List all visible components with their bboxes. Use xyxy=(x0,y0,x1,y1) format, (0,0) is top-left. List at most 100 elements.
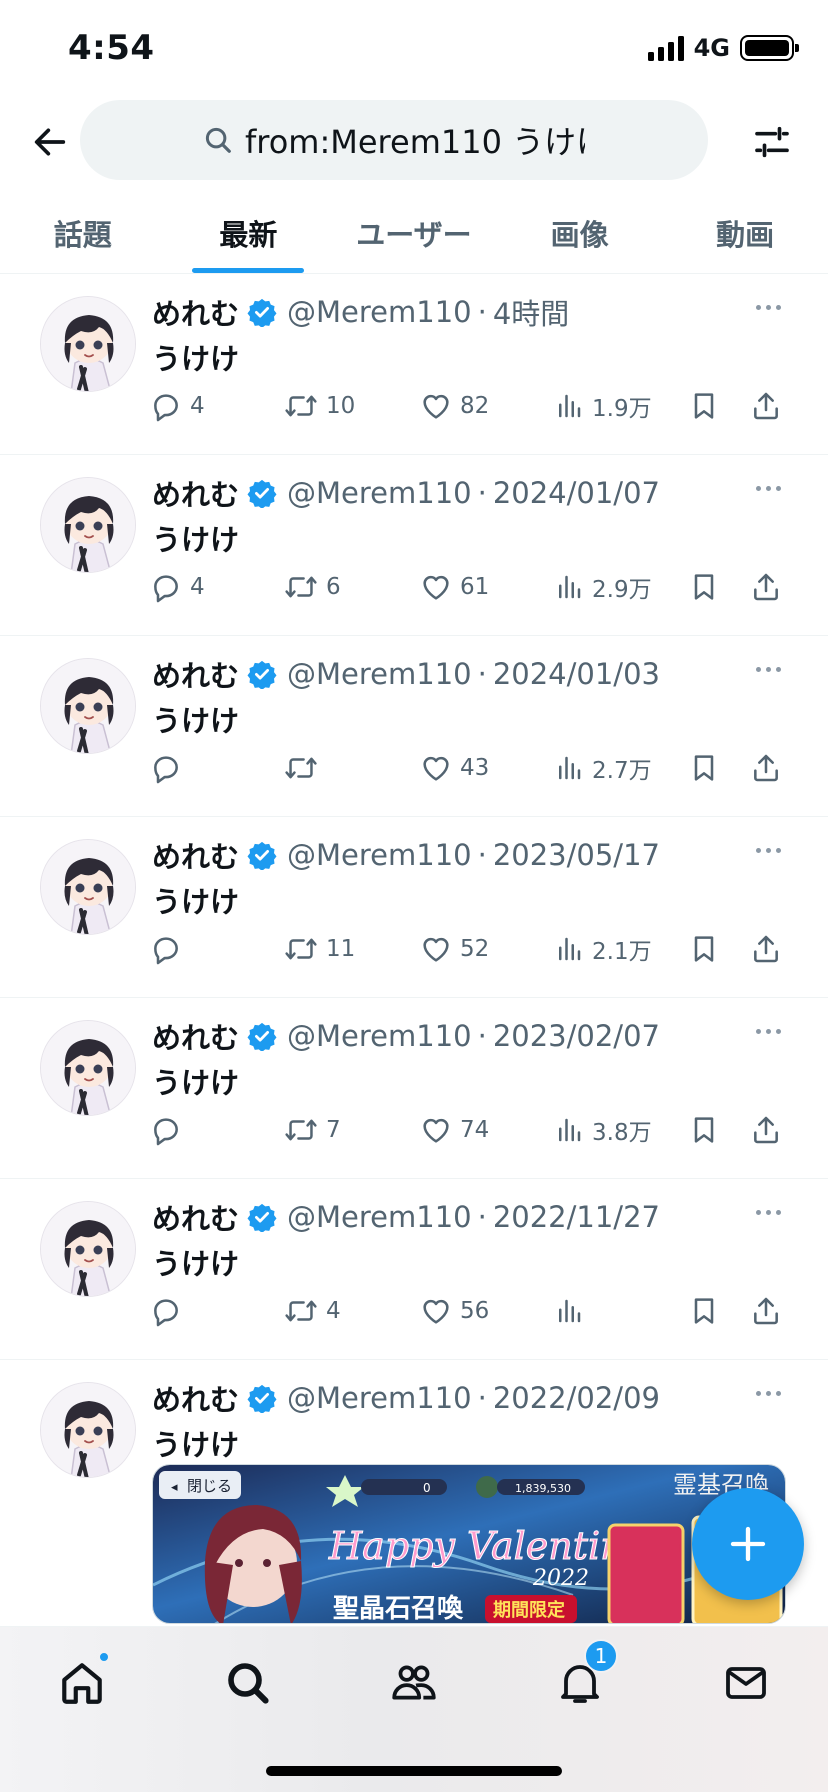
nav-notifications[interactable]: 1 xyxy=(550,1639,618,1713)
retweet-button[interactable]: 11 xyxy=(284,927,355,971)
more-options-icon[interactable] xyxy=(748,835,788,865)
tab-videos[interactable]: 動画 xyxy=(662,192,828,273)
tweet-timestamp[interactable]: 2024/01/07 xyxy=(493,476,660,510)
search-field[interactable] xyxy=(80,100,708,180)
share-button[interactable] xyxy=(750,1108,782,1152)
tweet[interactable]: めれむ @Merem110 · 2023/05/17 うけけ 11 52 2.1… xyxy=(0,817,828,998)
reply-button[interactable]: 4 xyxy=(150,384,205,428)
bookmark-button[interactable] xyxy=(688,927,720,971)
reply-button[interactable] xyxy=(150,927,190,971)
retweet-button[interactable]: 4 xyxy=(284,1289,341,1333)
author-name[interactable]: めれむ xyxy=(152,1015,239,1057)
author-handle[interactable]: @Merem110 xyxy=(287,838,472,872)
views-button[interactable]: 1.9万 xyxy=(554,384,652,428)
retweet-button[interactable] xyxy=(284,746,326,790)
bookmark-button[interactable] xyxy=(688,1289,720,1333)
tweet[interactable]: めれむ @Merem110 · 2024/01/07 うけけ 4 6 61 2.… xyxy=(0,455,828,636)
tweet[interactable]: めれむ @Merem110 · 2022/02/09 うけけ 閉じる ◂ 0 1… xyxy=(0,1360,828,1624)
tweet[interactable]: めれむ @Merem110 · 2023/02/07 うけけ 7 74 3.8万 xyxy=(0,998,828,1179)
author-name[interactable]: めれむ xyxy=(152,834,239,876)
avatar[interactable] xyxy=(40,1201,136,1297)
reply-button[interactable] xyxy=(150,1108,190,1152)
bookmark-button[interactable] xyxy=(688,1108,720,1152)
author-name[interactable]: めれむ xyxy=(152,1377,239,1419)
tab-people[interactable]: ユーザー xyxy=(331,192,497,273)
separator-dot: · xyxy=(477,295,487,329)
tab-top[interactable]: 話題 xyxy=(0,192,166,273)
author-name[interactable]: めれむ xyxy=(152,653,239,695)
network-type: 4G xyxy=(693,34,730,62)
retweet-button[interactable]: 6 xyxy=(284,565,341,609)
verified-badge-icon xyxy=(247,1021,277,1051)
nav-communities[interactable] xyxy=(384,1653,444,1713)
avatar[interactable] xyxy=(40,1382,136,1478)
like-button[interactable]: 74 xyxy=(420,1108,489,1152)
author-handle[interactable]: @Merem110 xyxy=(287,1019,472,1053)
back-button[interactable] xyxy=(28,120,72,164)
tweet[interactable]: めれむ @Merem110 · 2024/01/03 うけけ 43 2.7万 xyxy=(0,636,828,817)
tab-latest[interactable]: 最新 xyxy=(166,192,332,273)
views-button[interactable]: 2.7万 xyxy=(554,746,652,790)
author-handle[interactable]: @Merem110 xyxy=(287,657,472,691)
share-button[interactable] xyxy=(750,746,782,790)
retweet-button[interactable]: 7 xyxy=(284,1108,341,1152)
like-button[interactable]: 82 xyxy=(420,384,489,428)
tweet-timestamp[interactable]: 4時間 xyxy=(493,291,569,333)
more-options-icon[interactable] xyxy=(748,473,788,503)
more-options-icon[interactable] xyxy=(748,1197,788,1227)
like-button[interactable]: 56 xyxy=(420,1289,489,1333)
avatar[interactable] xyxy=(40,477,136,573)
sliders-icon xyxy=(755,126,789,158)
nav-search[interactable] xyxy=(218,1653,278,1713)
author-handle[interactable]: @Merem110 xyxy=(287,476,472,510)
search-input[interactable] xyxy=(245,121,585,159)
author-name[interactable]: めれむ xyxy=(152,1196,239,1238)
like-button[interactable]: 52 xyxy=(420,927,489,971)
like-button[interactable]: 43 xyxy=(420,746,489,790)
plus-icon xyxy=(730,1526,766,1562)
bookmark-button[interactable] xyxy=(688,565,720,609)
nav-messages[interactable] xyxy=(716,1653,776,1713)
reply-icon xyxy=(154,1299,178,1327)
reply-button[interactable] xyxy=(150,1289,190,1333)
tweet-timestamp[interactable]: 2022/02/09 xyxy=(493,1381,660,1415)
more-options-icon[interactable] xyxy=(748,292,788,322)
bookmark-button[interactable] xyxy=(688,384,720,428)
author-handle[interactable]: @Merem110 xyxy=(287,1200,472,1234)
tab-photos[interactable]: 画像 xyxy=(497,192,663,273)
avatar[interactable] xyxy=(40,839,136,935)
reply-button[interactable]: 4 xyxy=(150,565,205,609)
tweet-timestamp[interactable]: 2023/02/07 xyxy=(493,1019,660,1053)
tweet[interactable]: めれむ @Merem110 · 4時間 うけけ 4 10 82 1.9万 xyxy=(0,274,828,455)
avatar[interactable] xyxy=(40,1020,136,1116)
tweet-timestamp[interactable]: 2024/01/03 xyxy=(493,657,660,691)
avatar[interactable] xyxy=(40,658,136,754)
share-button[interactable] xyxy=(750,927,782,971)
search-filter-button[interactable] xyxy=(748,118,796,166)
author-name[interactable]: めれむ xyxy=(152,472,239,514)
share-button[interactable] xyxy=(750,1289,782,1333)
compose-tweet-button[interactable] xyxy=(692,1488,804,1600)
more-options-icon[interactable] xyxy=(748,654,788,684)
more-options-icon[interactable] xyxy=(748,1378,788,1408)
more-options-icon[interactable] xyxy=(748,1016,788,1046)
views-button[interactable]: 3.8万 xyxy=(554,1108,652,1152)
author-handle[interactable]: @Merem110 xyxy=(287,1381,472,1415)
share-button[interactable] xyxy=(750,384,782,428)
tweet-media-image[interactable]: 閉じる ◂ 0 1,839,530 霊基召喚 Happy Valentine 2… xyxy=(152,1464,786,1624)
share-button[interactable] xyxy=(750,565,782,609)
bookmark-button[interactable] xyxy=(688,746,720,790)
author-handle[interactable]: @Merem110 xyxy=(287,295,472,329)
tweet-timestamp[interactable]: 2022/11/27 xyxy=(493,1200,660,1234)
like-button[interactable]: 61 xyxy=(420,565,489,609)
views-button[interactable]: 2.1万 xyxy=(554,927,652,971)
reply-button[interactable] xyxy=(150,746,190,790)
nav-home[interactable] xyxy=(52,1651,112,1713)
views-button[interactable]: 2.9万 xyxy=(554,565,652,609)
retweet-button[interactable]: 10 xyxy=(284,384,355,428)
avatar[interactable] xyxy=(40,296,136,392)
tweet[interactable]: めれむ @Merem110 · 2022/11/27 うけけ 4 56 xyxy=(0,1179,828,1360)
author-name[interactable]: めれむ xyxy=(152,291,239,333)
views-button[interactable] xyxy=(554,1289,592,1333)
tweet-timestamp[interactable]: 2023/05/17 xyxy=(493,838,660,872)
